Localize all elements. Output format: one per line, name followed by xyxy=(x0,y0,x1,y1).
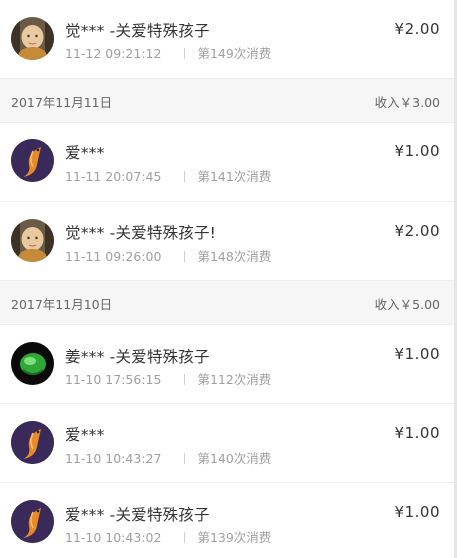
amount: ¥1.00 xyxy=(394,345,440,363)
date-header: 2017年11月10日 收入￥5.00 xyxy=(0,281,457,325)
date-header: 2017年11月11日 收入￥3.00 xyxy=(0,79,457,123)
monk-avatar-icon xyxy=(11,219,54,262)
divider xyxy=(184,374,186,385)
payer-name: 觉*** -关爱特殊孩子! xyxy=(65,224,217,242)
record-meta: 11-11 09:26:00 第148次消费 xyxy=(65,246,271,265)
list-item[interactable]: 姜*** -关爱特殊孩子 ¥1.00 11-10 17:56:15 第112次消费 xyxy=(0,325,457,404)
payer-name: 爱*** xyxy=(65,426,105,444)
amount: ¥1.00 xyxy=(394,424,440,442)
transaction-list: 觉*** -关爱特殊孩子 ¥2.00 11-12 09:21:12 第149次消费… xyxy=(0,0,457,558)
amount: ¥1.00 xyxy=(394,503,440,521)
monk-avatar-icon xyxy=(11,17,54,60)
list-item[interactable]: 觉*** -关爱特殊孩子! ¥2.00 11-11 09:26:00 第148次消… xyxy=(0,202,457,281)
list-item[interactable]: 爱*** ¥1.00 11-10 10:43:27 第140次消费 xyxy=(0,404,457,483)
amount: ¥2.00 xyxy=(394,222,440,240)
divider xyxy=(184,48,186,59)
consume-count: 第141次消费 xyxy=(197,169,272,184)
koi-avatar-icon xyxy=(11,139,54,182)
list-item[interactable]: 爱*** ¥1.00 11-11 20:07:45 第141次消费 xyxy=(0,123,457,202)
divider xyxy=(184,171,186,182)
payer-name: 姜*** -关爱特殊孩子 xyxy=(65,348,210,366)
consume-count: 第112次消费 xyxy=(197,372,272,387)
date-label: 2017年11月11日 xyxy=(11,95,113,110)
payer-name: 爱*** xyxy=(65,144,105,162)
date-label: 2017年11月10日 xyxy=(11,297,113,312)
consume-count: 第148次消费 xyxy=(197,249,272,264)
koi-avatar-icon xyxy=(11,500,54,543)
jade-avatar-icon xyxy=(11,342,54,385)
record-meta: 11-10 17:56:15 第112次消费 xyxy=(65,369,271,388)
timestamp: 11-10 17:56:15 xyxy=(65,372,162,387)
amount: ¥1.00 xyxy=(394,142,440,160)
consume-count: 第140次消费 xyxy=(197,451,272,466)
timestamp: 11-11 09:26:00 xyxy=(65,249,162,264)
record-meta: 11-10 10:43:02 第139次消费 xyxy=(65,527,271,546)
record-meta: 11-11 20:07:45 第141次消费 xyxy=(65,166,271,185)
daily-income: 收入￥3.00 xyxy=(374,95,440,110)
consume-count: 第149次消费 xyxy=(197,46,272,61)
list-item[interactable]: 爱*** -关爱特殊孩子 ¥1.00 11-10 10:43:02 第139次消费 xyxy=(0,483,457,558)
amount: ¥2.00 xyxy=(394,20,440,38)
list-item[interactable]: 觉*** -关爱特殊孩子 ¥2.00 11-12 09:21:12 第149次消费 xyxy=(0,0,457,79)
consume-count: 第139次消费 xyxy=(197,530,272,545)
payer-name: 觉*** -关爱特殊孩子 xyxy=(65,22,210,40)
timestamp: 11-11 20:07:45 xyxy=(65,169,162,184)
koi-avatar-icon xyxy=(11,421,54,464)
timestamp: 11-12 09:21:12 xyxy=(65,46,162,61)
daily-income: 收入￥5.00 xyxy=(374,297,440,312)
divider xyxy=(184,453,186,464)
timestamp: 11-10 10:43:27 xyxy=(65,451,162,466)
divider xyxy=(184,251,186,262)
divider xyxy=(184,532,186,543)
timestamp: 11-10 10:43:02 xyxy=(65,530,162,545)
record-meta: 11-10 10:43:27 第140次消费 xyxy=(65,448,271,467)
record-meta: 11-12 09:21:12 第149次消费 xyxy=(65,43,271,62)
payer-name: 爱*** -关爱特殊孩子 xyxy=(65,506,210,524)
